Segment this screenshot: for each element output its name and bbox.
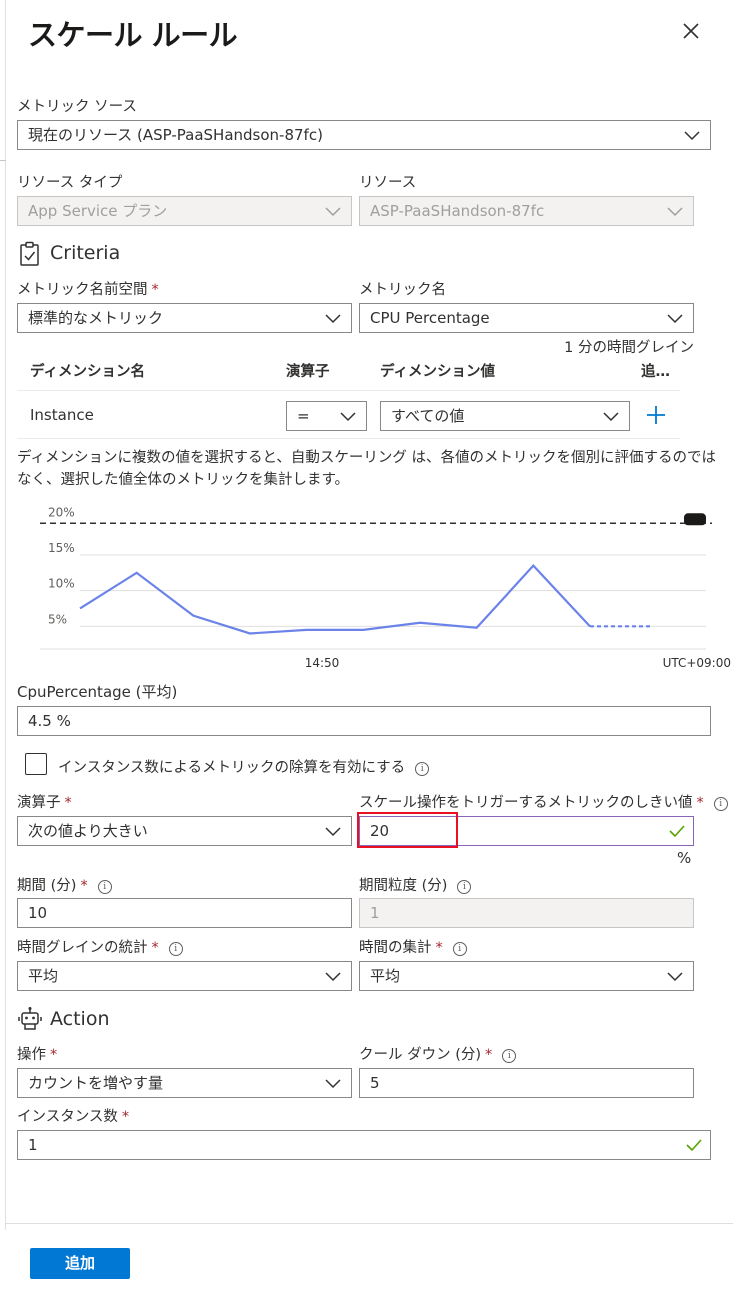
cooldown-input[interactable]: 5 (359, 1068, 694, 1098)
info-icon[interactable]: i (97, 880, 112, 894)
chevron-down-icon (340, 412, 356, 422)
dimension-name-header: ディメンション名 (30, 364, 145, 380)
time-grain-label: 期間粒度 (分) i (359, 874, 472, 895)
dimension-value-select[interactable]: すべての値 (380, 401, 630, 431)
info-icon[interactable]: i (457, 880, 472, 894)
metric-name-select[interactable]: CPU Percentage (359, 303, 694, 333)
metric-name-value: CPU Percentage (370, 309, 490, 327)
metric-namespace-select[interactable]: 標準的なメトリック (17, 303, 352, 333)
chevron-down-icon (325, 1079, 341, 1089)
info-icon[interactable]: i (713, 797, 728, 811)
metric-chart: 20% 15% 10% 5% 14:50 UTC+09:00 (0, 505, 733, 675)
operator-value: 次の値より大きい (28, 822, 148, 840)
time-aggregation-select[interactable]: 平均 (359, 961, 694, 991)
checkmark-icon (686, 1139, 702, 1152)
instance-count-value: 1 (28, 1136, 38, 1154)
threshold-unit: % (677, 849, 692, 867)
chevron-down-icon (667, 972, 683, 982)
resource-label: リソース (359, 175, 417, 191)
dimension-name-cell: Instance (30, 406, 94, 424)
chevron-down-icon (603, 412, 619, 422)
page-title: スケール ルール (28, 18, 238, 52)
chart-y-tick-label: 20% (48, 505, 75, 519)
dimension-operator-value: = (297, 407, 310, 425)
info-icon[interactable]: i (452, 942, 467, 956)
clipboard-check-icon (18, 241, 42, 267)
table-divider (17, 438, 680, 439)
metric-value-text: 4.5 % (28, 712, 71, 730)
resource-type-select: App Service プラン (17, 196, 352, 226)
metric-source-value: 現在のリソース (ASP-PaaSHandson-87fc) (28, 126, 323, 144)
dimension-value-value: すべての値 (391, 407, 465, 425)
metric-value-field: 4.5 % (17, 706, 711, 736)
chevron-down-icon (325, 207, 341, 217)
add-button[interactable]: 追加 (30, 1248, 130, 1279)
table-divider (17, 390, 680, 391)
chart-threshold-marker (684, 513, 706, 526)
threshold-label: スケール操作をトリガーするメトリックのしきい値 * i (359, 791, 728, 812)
chevron-down-icon (325, 827, 341, 837)
dimension-value-header: ディメンション値 (380, 364, 495, 380)
duration-label: 期間 (分) * i (17, 874, 112, 895)
chart-timezone-label: UTC+09:00 (663, 656, 731, 670)
time-grain-stat-value: 平均 (28, 967, 59, 985)
time-grain-note: 1 分の時間グレイン (564, 340, 694, 356)
chart-x-tick-label: 14:50 (305, 656, 340, 670)
time-aggregation-value: 平均 (370, 967, 401, 985)
operation-label: 操作 * (17, 1047, 58, 1063)
time-grain-stat-select[interactable]: 平均 (17, 961, 352, 991)
metric-value-label: CpuPercentage (平均) (17, 683, 178, 701)
time-grain-input: 1 (359, 898, 694, 928)
footer-divider (6, 1223, 733, 1224)
info-icon[interactable]: i (415, 762, 430, 776)
criteria-section-title: Criteria (50, 242, 121, 264)
chevron-down-icon (325, 972, 341, 982)
resource-value: ASP-PaaSHandson-87fc (370, 202, 545, 220)
resource-type-value: App Service プラン (28, 202, 168, 220)
checkmark-icon (669, 825, 685, 838)
operation-value: カウントを増やす量 (28, 1074, 164, 1092)
metric-name-label: メトリック名 (359, 282, 446, 298)
duration-input[interactable]: 10 (17, 898, 352, 928)
time-grain-stat-label: 時間グレインの統計 * i (17, 936, 183, 957)
action-section-title: Action (50, 1008, 110, 1030)
resource-type-label: リソース タイプ (17, 175, 123, 191)
metric-namespace-label: メトリック名前空間 * (17, 282, 159, 298)
add-dimension-header: 追… (641, 364, 670, 380)
close-icon[interactable] (680, 20, 702, 42)
add-dimension-icon[interactable] (645, 404, 667, 426)
cooldown-value: 5 (370, 1074, 380, 1092)
resource-select: ASP-PaaSHandson-87fc (359, 196, 694, 226)
operator-label: 演算子 * (17, 795, 72, 811)
highlight-box (357, 812, 458, 848)
instance-count-label: インスタンス数 * (17, 1109, 130, 1125)
time-aggregation-label: 時間の集計 * i (359, 936, 467, 957)
metric-namespace-value: 標準的なメトリック (28, 309, 164, 327)
chevron-down-icon (667, 207, 683, 217)
operator-header: 演算子 (286, 364, 330, 380)
metric-source-select[interactable]: 現在のリソース (ASP-PaaSHandson-87fc) (17, 120, 711, 150)
divide-by-instance-label: インスタンス数によるメトリックの除算を有効にする i (58, 756, 430, 777)
chart-y-tick-label: 10% (48, 577, 75, 591)
time-grain-value: 1 (370, 904, 380, 922)
chart-series-line (79, 564, 591, 635)
operation-select[interactable]: カウントを増やす量 (17, 1068, 352, 1098)
dimension-operator-select[interactable]: = (286, 401, 367, 431)
duration-value: 10 (28, 904, 48, 922)
robot-icon (17, 1006, 43, 1032)
panel-left-tick (0, 160, 6, 161)
instance-count-input[interactable]: 1 (17, 1130, 711, 1160)
chart-y-tick-label: 5% (48, 612, 67, 626)
info-icon[interactable]: i (168, 942, 183, 956)
chevron-down-icon (684, 131, 700, 141)
chevron-down-icon (667, 314, 683, 324)
operator-select[interactable]: 次の値より大きい (17, 816, 352, 846)
metric-source-label: メトリック ソース (17, 99, 137, 115)
chart-y-tick-label: 15% (48, 541, 75, 555)
info-icon[interactable]: i (502, 1049, 517, 1063)
dimension-help-text: ディメンションに複数の値を選択すると、自動スケーリング は、各値のメトリックを個… (17, 450, 717, 488)
divide-by-instance-checkbox[interactable] (25, 753, 47, 775)
cooldown-label: クール ダウン (分) * i (359, 1043, 517, 1064)
chevron-down-icon (325, 314, 341, 324)
